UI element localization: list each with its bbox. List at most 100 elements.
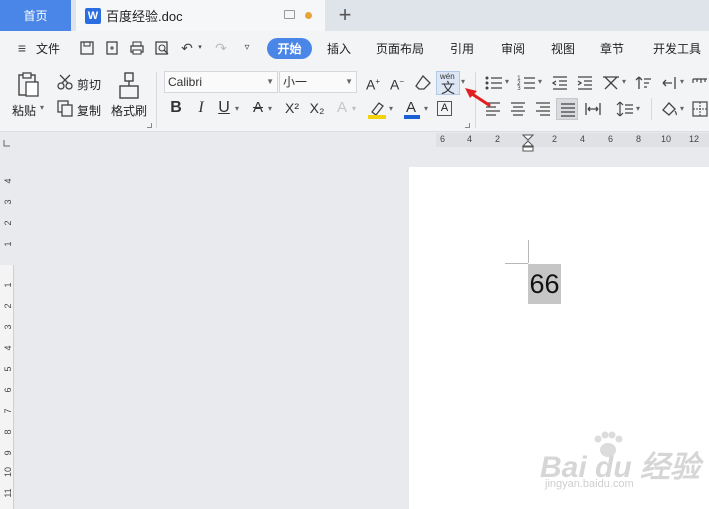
- strikethrough-icon[interactable]: A: [251, 99, 265, 117]
- borders-icon[interactable]: [692, 100, 708, 118]
- print-icon[interactable]: [129, 40, 145, 56]
- customize-quick-access-icon[interactable]: ▿: [239, 40, 255, 56]
- font-color-button[interactable]: A: [403, 99, 421, 119]
- export-pdf-icon[interactable]: [104, 40, 120, 56]
- copy-icon[interactable]: [56, 99, 74, 117]
- character-border-button[interactable]: A: [437, 101, 452, 116]
- chevron-down-icon[interactable]: ▾: [461, 77, 465, 86]
- hamburger-menu-icon[interactable]: ≡: [14, 40, 30, 56]
- ruler-tick: 7: [3, 408, 13, 414]
- align-right-icon[interactable]: [534, 100, 552, 118]
- monitor-icon[interactable]: [284, 10, 295, 19]
- file-menu[interactable]: 文件: [36, 40, 60, 57]
- tab-view[interactable]: 视图: [551, 40, 575, 57]
- chevron-down-icon[interactable]: ▼: [345, 72, 353, 92]
- chevron-down-icon[interactable]: ▾: [538, 77, 542, 86]
- sort-icon[interactable]: [635, 74, 653, 92]
- save-icon[interactable]: [79, 40, 95, 56]
- paste-dropdown-icon[interactable]: ▾: [40, 103, 44, 112]
- text-effects-icon[interactable]: A: [335, 99, 349, 117]
- writer-doc-icon: W: [85, 7, 101, 24]
- clear-formatting-icon[interactable]: [414, 74, 432, 92]
- page-margin-marker: [528, 240, 529, 263]
- distributed-align-icon[interactable]: [584, 100, 602, 118]
- chevron-down-icon[interactable]: ▾: [235, 104, 239, 113]
- chevron-down-icon[interactable]: ▼: [266, 72, 274, 92]
- page-margin-marker: [505, 263, 528, 264]
- subscript-button[interactable]: X₂: [306, 99, 328, 117]
- line-spacing-icon[interactable]: [616, 100, 634, 118]
- ruler-tick: 2: [3, 303, 13, 309]
- chevron-down-icon[interactable]: ▾: [352, 104, 356, 113]
- font-size-combo[interactable]: 小一 ▼: [279, 71, 357, 93]
- clipboard-dialog-launcher-icon[interactable]: [147, 123, 152, 128]
- print-preview-icon[interactable]: [154, 40, 170, 56]
- tab-bar: 首页 W 百度经验.doc +: [0, 0, 709, 31]
- highlight-icon[interactable]: [367, 99, 387, 119]
- font-dialog-launcher-icon[interactable]: [465, 123, 470, 128]
- font-size-value: 小一: [283, 75, 308, 89]
- bold-button[interactable]: B: [168, 99, 184, 117]
- paste-icon[interactable]: [16, 72, 40, 98]
- tab-start[interactable]: 开始: [267, 38, 312, 59]
- unsaved-dot-icon: [305, 12, 312, 19]
- font-color-swatch: [404, 115, 420, 119]
- chevron-down-icon[interactable]: ▾: [622, 77, 626, 86]
- numbered-list-icon[interactable]: 123: [517, 74, 537, 92]
- chevron-down-icon[interactable]: ▾: [268, 104, 272, 113]
- underline-button[interactable]: U: [217, 99, 231, 117]
- tab-references[interactable]: 引用: [450, 40, 474, 57]
- phonetic-guide-button[interactable]: wén 文: [436, 71, 460, 96]
- ruler-tick: 8: [3, 429, 13, 435]
- decrease-font-size-icon[interactable]: A−: [388, 73, 406, 94]
- chinese-layout-icon[interactable]: [601, 74, 621, 92]
- document-tab[interactable]: W 百度经验.doc: [76, 0, 325, 31]
- justify-icon: [561, 103, 575, 117]
- chevron-down-icon[interactable]: ▾: [505, 77, 509, 86]
- paragraph-marks-icon[interactable]: [660, 74, 678, 92]
- ruler-tick: 6: [440, 134, 446, 144]
- home-tab[interactable]: 首页: [0, 0, 71, 31]
- format-painter-icon[interactable]: [117, 72, 141, 100]
- tab-insert[interactable]: 插入: [327, 40, 351, 57]
- copy-label[interactable]: 复制: [77, 102, 101, 119]
- chevron-down-icon[interactable]: ▾: [636, 104, 640, 113]
- tab-selector-icon[interactable]: [3, 139, 11, 147]
- chevron-down-icon[interactable]: ▾: [680, 104, 684, 113]
- chevron-down-icon[interactable]: ▾: [424, 104, 428, 113]
- align-center-icon[interactable]: [509, 100, 527, 118]
- italic-button[interactable]: I: [194, 99, 208, 117]
- font-name-combo[interactable]: Calibri ▼: [164, 71, 278, 93]
- redo-icon[interactable]: ↷: [213, 40, 229, 56]
- format-painter-label[interactable]: 格式刷: [111, 102, 147, 119]
- selected-document-text[interactable]: 66: [528, 264, 561, 304]
- tab-review[interactable]: 审阅: [501, 40, 525, 57]
- increase-font-size-icon[interactable]: A+: [364, 73, 382, 94]
- ruler-tick: 4: [467, 134, 473, 144]
- decrease-indent-icon[interactable]: [551, 74, 569, 92]
- undo-icon[interactable]: ↶: [179, 40, 195, 56]
- svg-text:3: 3: [517, 85, 521, 92]
- tab-page-layout[interactable]: 页面布局: [376, 40, 424, 57]
- cut-icon[interactable]: [56, 73, 74, 91]
- tab-stops-icon[interactable]: [692, 74, 708, 92]
- ribbon-home: 粘贴 ▾ 剪切 复制 格式刷 Calibri ▼ 小一 ▼ A+ A− wén …: [0, 66, 709, 132]
- ruler-tick: 3: [3, 199, 13, 205]
- indent-marker-icon[interactable]: [522, 134, 534, 152]
- justify-button[interactable]: [556, 98, 578, 120]
- tab-developer-tools[interactable]: 开发工具: [653, 40, 701, 57]
- new-tab-button[interactable]: +: [334, 3, 356, 27]
- shading-icon[interactable]: [660, 100, 678, 118]
- ruler-tick: 6: [608, 134, 614, 144]
- watermark-url: jingyan.baidu.com: [545, 478, 634, 490]
- font-name-value: Calibri: [168, 75, 203, 89]
- chevron-down-icon[interactable]: ▾: [389, 104, 393, 113]
- cut-label[interactable]: 剪切: [77, 76, 101, 93]
- tab-section[interactable]: 章节: [600, 40, 624, 57]
- superscript-button[interactable]: X²: [281, 99, 303, 117]
- undo-dropdown-icon[interactable]: ▾: [196, 40, 204, 56]
- increase-indent-icon[interactable]: [576, 74, 594, 92]
- chevron-down-icon[interactable]: ▾: [680, 77, 684, 86]
- ruler-tick: 6: [3, 387, 13, 393]
- paste-label[interactable]: 粘贴: [12, 102, 36, 119]
